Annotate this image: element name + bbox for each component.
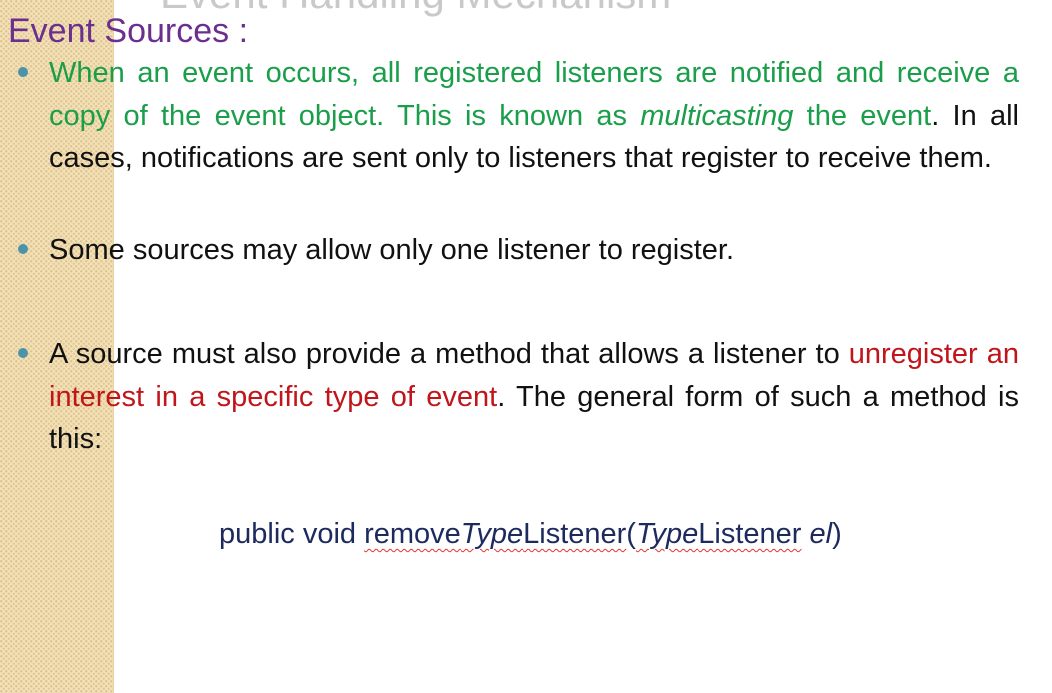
close-paren: ) [832,518,842,550]
param-name: el [809,518,833,550]
open-paren: ( [626,518,636,550]
bullet-text: Some sources may allow only one listener… [49,234,735,266]
bullet-item-2: Some sources may allow only one listener… [18,229,1019,272]
bullet-dot-icon [18,67,28,77]
method-name: removeTypeListener [364,518,627,550]
bullet-item-1: When an event occurs, all registered lis… [18,52,1019,180]
bullet-item-3: A source must also provide a method that… [18,333,1019,461]
code-prefix: public void [219,518,365,550]
param-type: TypeListener [635,518,802,550]
bullet-dot-icon [18,348,28,358]
method-signature: public void removeTypeListener(TypeListe… [219,518,842,551]
bullet-dot-icon [18,244,28,254]
bullet-text: A source must also provide a method that… [49,338,849,370]
slide-heading: Event Sources : [8,12,249,50]
green-text: the event [793,99,932,132]
multicasting-term: multicasting [640,99,794,132]
